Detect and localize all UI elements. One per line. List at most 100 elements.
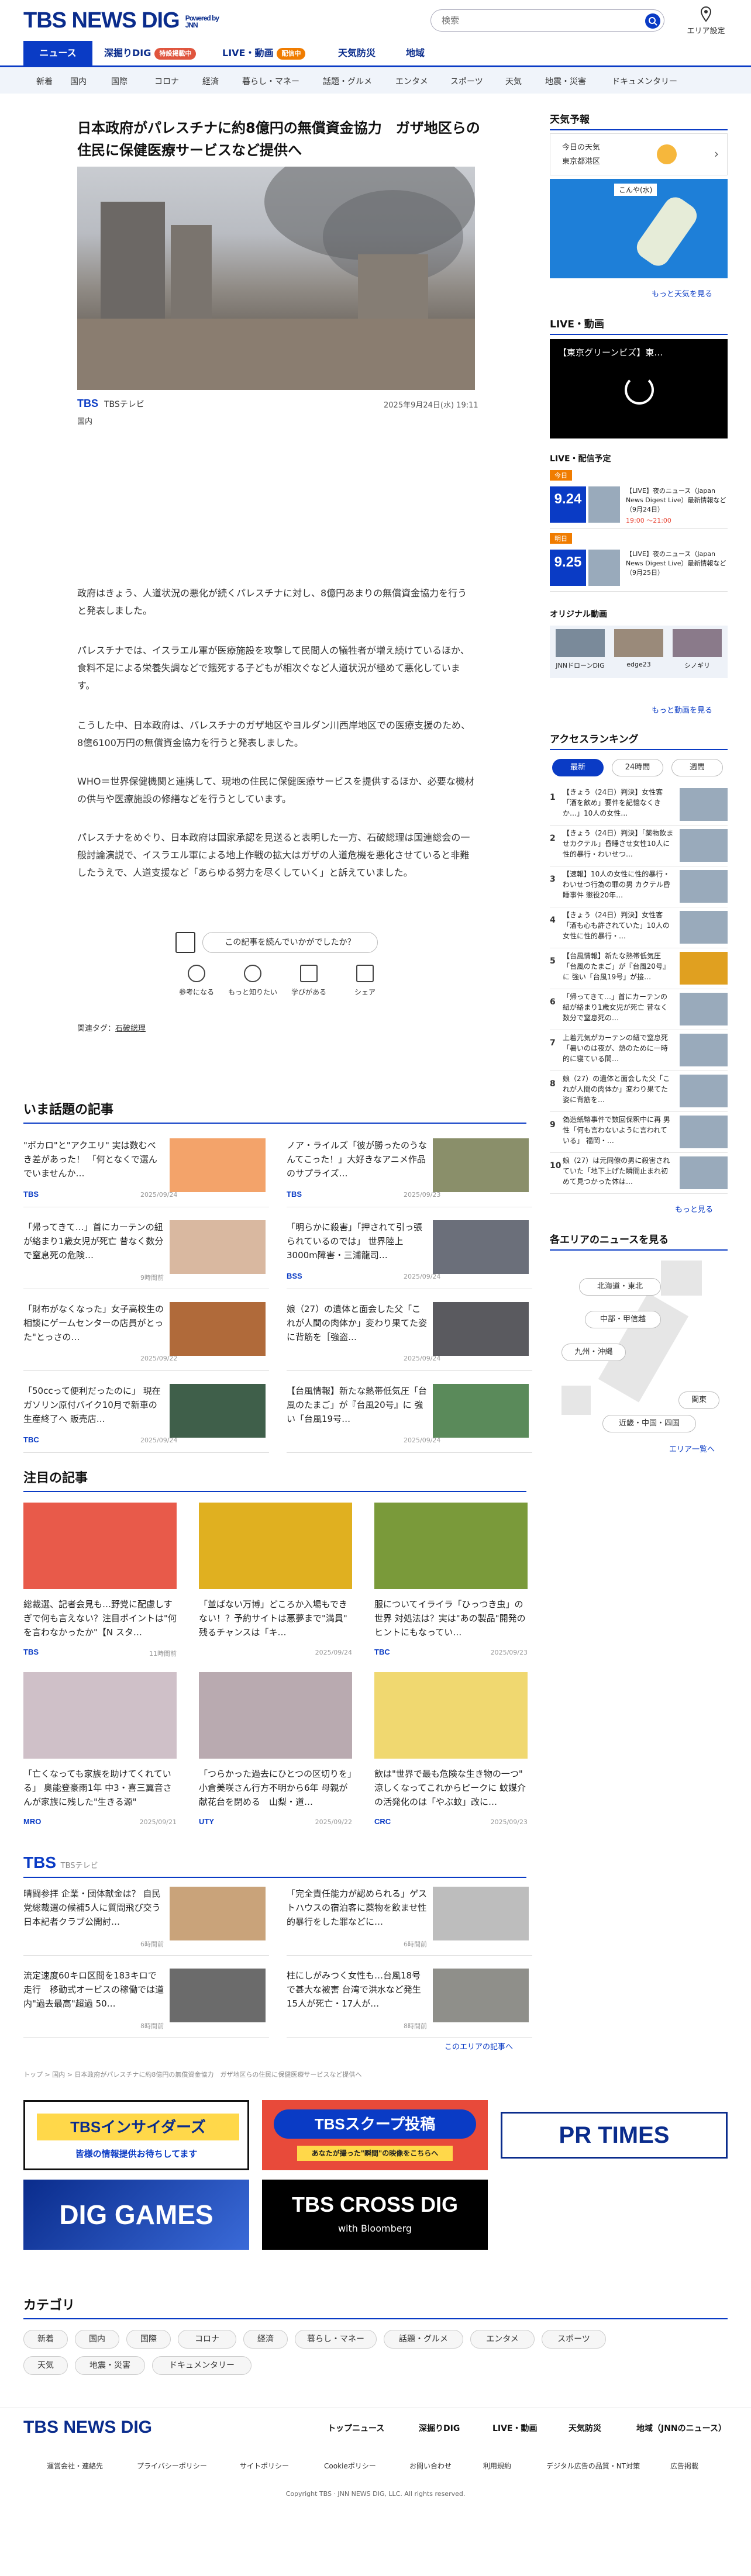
ranking-item[interactable]: 9 偽造紙幣事件で数回保釈中に再 男性「何も言わないように言われている」 福岡・… <box>550 1112 728 1153</box>
footer-logo[interactable]: TBS NEWS DIG <box>23 2418 152 2437</box>
ranking-item[interactable]: 10 娘（27）は元同僚の男に殺害されていた「地下上げた瞬間止まれ初めて見つかった… <box>550 1153 728 1194</box>
weather-today-box[interactable]: 今日の天気 東京都港区 › <box>550 133 728 175</box>
featured-card[interactable]: 総裁選、記者会見も…野党に配慮しすぎで何も言えない？注目ポイントは"何を言わなか… <box>23 1503 177 1660</box>
tab-live[interactable]: LIVE・動画 配信中 <box>222 41 306 65</box>
area-button-chubu[interactable]: 中部・甲信越 <box>585 1311 661 1328</box>
footer-sublink[interactable]: サイトポリシー <box>240 2461 289 2471</box>
search-icon[interactable] <box>645 13 660 29</box>
scoop-banner[interactable]: TBSスクープ投稿 あなたが撮った"瞬間"の映像をこちらへ <box>262 2100 488 2170</box>
subnav-item[interactable]: コロナ <box>154 75 179 87</box>
schedule-item[interactable]: 今日 9.24 【LIVE】夜のニュース（Japan News Digest L… <box>550 470 728 529</box>
category-chip[interactable]: 経済 <box>243 2330 288 2349</box>
breadcrumb[interactable]: トップ > 国内 > 日本政府がパレスチナに約8億円の無償資金協力 ガザ地区らの… <box>23 2070 361 2079</box>
original-thumb[interactable] <box>614 629 663 657</box>
area-list-link[interactable]: エリア一覧へ <box>669 1443 715 1454</box>
tab-weather[interactable]: 天気防災 <box>338 41 376 65</box>
site-logo[interactable]: TBS NEWS DIG Powered by JNN <box>23 8 226 33</box>
category-chip[interactable]: 暮らし・マネー <box>295 2330 377 2349</box>
original-thumb[interactable] <box>556 629 605 657</box>
footer-sublink[interactable]: 利用規約 <box>483 2461 511 2471</box>
category-chip[interactable]: ドキュメンタリー <box>152 2356 252 2375</box>
category-chip[interactable]: コロナ <box>178 2330 236 2349</box>
footer-link[interactable]: トップニュース <box>328 2422 384 2434</box>
subnav-item[interactable]: 話題・グルメ <box>323 75 372 87</box>
subnav-item[interactable]: 地震・災害 <box>545 75 586 87</box>
featured-card[interactable]: 服についてイライラ「ひっつき虫」の世界 対処法は？実は"あの製品"開発のヒントに… <box>374 1503 528 1660</box>
tbs-card[interactable]: 柱にしがみつく女性も…台風18号で甚大な被害 台湾で洪水など発生 15人が死亡・… <box>287 1967 532 2038</box>
footer-link[interactable]: 深掘りDIG <box>419 2422 460 2434</box>
share-button[interactable]: シェア <box>337 965 393 997</box>
search-input[interactable] <box>442 13 629 27</box>
reaction-helpful-button[interactable]: 参考になる <box>168 965 225 997</box>
trending-card[interactable]: 「財布がなくなった」女子高校生の相談にゲームセンターの店員がとった"とっさの… 2… <box>23 1301 269 1371</box>
footer-link[interactable]: LIVE・動画 <box>492 2422 538 2434</box>
ranking-item[interactable]: 6 「帰ってきて…」首にカーテンの紐が絡まり1歳女児が死亡 昔なく数分で窒息死の… <box>550 989 728 1030</box>
ranking-item[interactable]: 1 【きょう（24日）判決】女性客「酒を飲め」要件を記憶なくきか…」10人の女性… <box>550 785 728 826</box>
weather-map[interactable]: こんや(水) <box>550 179 728 278</box>
subnav-item[interactable]: エンタメ <box>395 75 428 87</box>
ranking-tab-weekly[interactable]: 週間 <box>671 759 723 776</box>
footer-sublink[interactable]: デジタル広告の品質・NT対策 <box>546 2461 640 2471</box>
ranking-item[interactable]: 2 【きょう（24日）判決】「薬物飲ませカクテル」昏睡させ女性10人に性的暴行・わ… <box>550 826 728 866</box>
category-chip[interactable]: 新着 <box>23 2330 68 2349</box>
tbs-card[interactable]: 晴闘参拝 企業・団体献金は？ 自民党総裁選の候補5人に質問飛び交う 日本記者クラ… <box>23 1886 269 1956</box>
area-button-kanto[interactable]: 関東 <box>678 1391 719 1409</box>
featured-card[interactable]: 「つらかった過去にひとつの区切りを」小倉美咲さん行方不明から6年 母親が献花台を… <box>199 1672 352 1830</box>
trending-card[interactable]: 「50ccって便利だったのに」 現在ガソリン原付バイク10月で新車の生産終了へ … <box>23 1383 269 1453</box>
subnav-item[interactable]: 経済 <box>202 75 219 87</box>
footer-sublink[interactable]: Cookieポリシー <box>324 2461 376 2471</box>
subnav-item[interactable]: 天気 <box>505 75 522 87</box>
insiders-banner[interactable]: TBSインサイダーズ 皆様の情報提供お待ちしてます <box>23 2100 249 2170</box>
category-chip[interactable]: 天気 <box>23 2356 68 2375</box>
trending-card[interactable]: ノア・ライルズ「彼が勝ったのうなんてこった！」大好きなアニメ作品のサプライズ… T… <box>287 1137 532 1207</box>
article-category[interactable]: 国内 <box>77 415 92 426</box>
subnav-item[interactable]: 国内 <box>70 75 87 87</box>
area-button-kinki[interactable]: 近畿・中国・四国 <box>602 1415 696 1432</box>
ranking-item[interactable]: 3 【速報】10人の女性に性的暴行・わいせつ行為の罪の男 カクテル昏睡事件 懲役2… <box>550 866 728 907</box>
footer-sublink[interactable]: 広告掲載 <box>670 2461 698 2471</box>
subnav-item[interactable]: スポーツ <box>450 75 483 87</box>
trending-card[interactable]: "ボカロ"と"アクエリ" 実は数むべき差があった！ 「何となくで選んでいませんか… <box>23 1137 269 1207</box>
ranking-tab-latest[interactable]: 最新 <box>552 759 604 776</box>
tbs-card[interactable]: 「完全責任能力が認められる」ゲストハウスの宿泊客に薬物を飲ませ性的暴行をした罪な… <box>287 1886 532 1956</box>
area-button-hokkaido-tohoku[interactable]: 北海道・東北 <box>579 1278 661 1296</box>
footer-link[interactable]: 地域（JNNのニュース） <box>636 2422 726 2434</box>
area-articles-link[interactable]: このエリアの記事へ <box>445 2040 513 2052</box>
footer-sublink[interactable]: プライバシーポリシー <box>137 2461 207 2471</box>
category-chip[interactable]: 国内 <box>75 2330 119 2349</box>
tag-link[interactable]: 石破総理 <box>115 1024 146 1033</box>
tab-news[interactable]: ニュース <box>23 41 92 65</box>
live-video-player[interactable]: 【東京グリーンビズ】東… <box>550 339 728 438</box>
trending-card[interactable]: 娘（27）の遺体と面会した父「これが人間の肉体か」変わり果てた姿に背筋を［強盗…… <box>287 1301 532 1371</box>
area-button-kyushu-okinawa[interactable]: 九州・沖縄 <box>561 1344 626 1361</box>
ranking-item[interactable]: 8 娘（27）の遺体と面会した父「これが人間の肉体か」変わり果てた姿に背筋を… <box>550 1071 728 1112</box>
trending-card[interactable]: 「明らかに殺害」「押されて引っ張られているのでは」 世界陸上3000m障害・三浦… <box>287 1219 532 1289</box>
footer-sublink[interactable]: 運営会社・連絡先 <box>47 2461 103 2471</box>
more-video-link[interactable]: もっと動画を見る <box>652 704 712 715</box>
cross-dig-banner[interactable]: TBS CROSS DIG with Bloomberg <box>262 2180 488 2250</box>
category-chip[interactable]: エンタメ <box>470 2330 535 2349</box>
subnav-item[interactable]: ドキュメンタリー <box>612 75 677 87</box>
schedule-item[interactable]: 明日 9.25 【LIVE】夜のニュース（Japan News Digest L… <box>550 533 728 592</box>
tbs-card[interactable]: 流定速度60キロ区間を183キロで走行 移動式オービスの稼働では道内"過去最高"… <box>23 1967 269 2038</box>
ranking-tab-24h[interactable]: 24時間 <box>612 759 663 776</box>
more-ranking-link[interactable]: もっと見る <box>675 1203 713 1214</box>
tab-region[interactable]: 地域 <box>406 41 425 65</box>
category-chip[interactable]: 地震・災害 <box>75 2356 145 2375</box>
more-weather-link[interactable]: もっと天気を見る <box>652 288 712 299</box>
area-settings-button[interactable]: エリア設定 <box>684 6 728 36</box>
ranking-item[interactable]: 7 上着元気がカーテンの紐で窒息死「暑いのは夜が、熱のために一時的に寝ている間… <box>550 1030 728 1071</box>
featured-card[interactable]: 飲は"世界で最も危険な生き物の一つ" 涼しくなってこれからピークに 蚊媒介の活発… <box>374 1672 528 1830</box>
featured-card[interactable]: 「亡くなっても家族を助けてくれている」 奥能登豪雨1年 中3・喜三翼音さんが家族… <box>23 1672 177 1830</box>
trending-card[interactable]: 「帰ってきて…」首にカーテンの紐が絡まり1歳女児が死亡 昔なく数分で窒息死の危険… <box>23 1219 269 1289</box>
prtimes-banner[interactable]: PR TIMES <box>501 2112 728 2159</box>
subnav-item[interactable]: 国際 <box>111 75 128 87</box>
footer-sublink[interactable]: お問い合わせ <box>409 2461 452 2471</box>
source-logo[interactable]: TBS <box>77 398 98 409</box>
ranking-item[interactable]: 5 【台風情報】新たな熱帯低気圧「台風のたまご」が『台風20号』に 強い「台風19… <box>550 948 728 989</box>
category-chip[interactable]: 話題・グルメ <box>384 2330 463 2349</box>
dig-games-banner[interactable]: DIG GAMES <box>23 2180 249 2250</box>
ranking-item[interactable]: 4 【きょう（24日）判決】女性客「酒も心も許されていた」10人の女性に性的暴行・… <box>550 907 728 948</box>
category-chip[interactable]: 国際 <box>126 2330 171 2349</box>
reaction-learn-button[interactable]: 学びがある <box>281 965 337 997</box>
